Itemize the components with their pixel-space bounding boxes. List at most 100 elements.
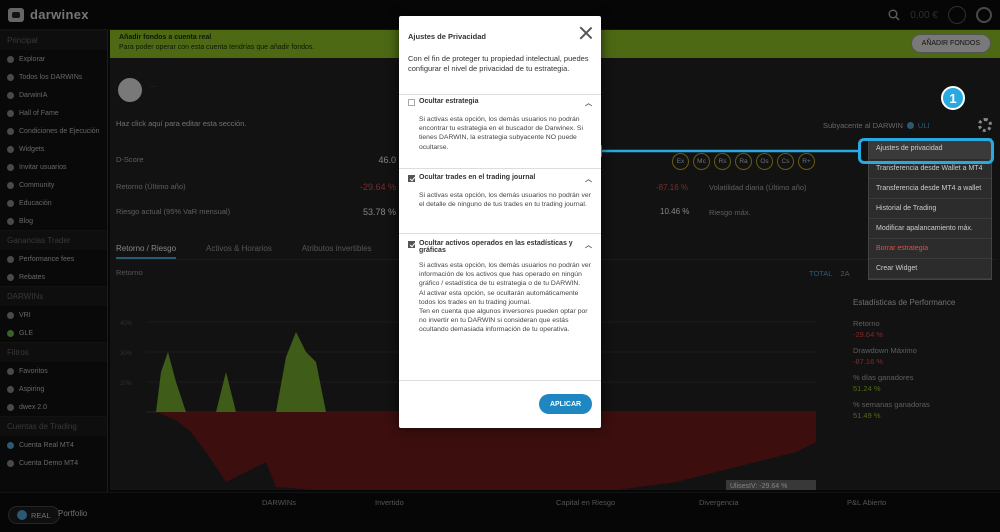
- user-plus-icon: [7, 163, 14, 171]
- option-title: Ocultar activos operados en las estadíst…: [419, 240, 573, 254]
- strategy-avatar: [118, 78, 142, 102]
- search-icon[interactable]: [888, 9, 900, 21]
- sidebar-item[interactable]: Educación: [0, 194, 107, 212]
- metric-label: Retorno (Último año): [116, 182, 186, 191]
- apply-button[interactable]: APLICAR: [539, 394, 592, 414]
- dot-icon: [7, 329, 14, 337]
- sidebar-item[interactable]: Hall of Fame: [0, 104, 107, 122]
- option-title: Ocultar trades en el trading journal: [419, 174, 536, 181]
- metric-value: 46.0: [378, 155, 396, 165]
- tab-investable-attributes[interactable]: Atributos invertibles: [302, 244, 372, 259]
- footer-col-risk-capital: Capital en Riesgo: [556, 498, 616, 507]
- callout-arrow: [590, 145, 858, 157]
- globe-icon: [7, 73, 14, 81]
- sidebar-item[interactable]: Rebates: [0, 268, 107, 286]
- sidebar-item[interactable]: GLE: [0, 324, 107, 342]
- sidebar-item[interactable]: Invitar usuarios: [0, 158, 107, 176]
- sidebar-item-label: Rebates: [19, 273, 46, 281]
- sidebar-item[interactable]: Cuenta Real MT4: [0, 436, 107, 454]
- metric-row-risk: Riesgo actual (95% VaR mensual) 53.78 %: [116, 207, 396, 217]
- stat-winning-weeks: % semanas ganadoras 51.49 %: [853, 400, 993, 420]
- brand-logo[interactable]: darwinex: [8, 7, 89, 22]
- account-mode-toggle[interactable]: REAL: [8, 506, 60, 524]
- max-risk-label: Riesgo máx.: [709, 208, 751, 217]
- chart-tabs: Retorno / Riesgo Activos & Horarios Atri…: [116, 244, 372, 259]
- sidebar-item-label: Widgets: [19, 145, 45, 153]
- close-icon[interactable]: [579, 26, 593, 40]
- portfolio-label[interactable]: Portfolio: [58, 509, 87, 518]
- sidebar-item[interactable]: VRI: [0, 306, 107, 324]
- modal-title: Ajustes de Privacidad: [408, 32, 486, 41]
- sidebar-item[interactable]: Favoritos: [0, 362, 107, 380]
- sidebar-item-label: VRI: [19, 311, 31, 319]
- sidebar-item[interactable]: Cuenta Demo MT4: [0, 454, 107, 472]
- tab-return-risk[interactable]: Retorno / Riesgo: [116, 244, 177, 259]
- sidebar-item-label: Cuenta Demo MT4: [19, 459, 79, 467]
- range-total-button[interactable]: TOTAL: [809, 269, 832, 278]
- option-hide-strategy: Ocultar estrategia ︿ Si activas esta opc…: [408, 98, 592, 152]
- add-funds-button[interactable]: AÑADIR FONDOS: [910, 34, 991, 53]
- sidebar-item[interactable]: Performance fees: [0, 250, 107, 268]
- underlying-link[interactable]: ULI: [918, 121, 930, 130]
- sidebar-item-label: GLE: [19, 329, 34, 337]
- stat-value: 51.49 %: [853, 411, 881, 420]
- chat-icon: [7, 181, 14, 189]
- user-avatar[interactable]: [948, 6, 966, 24]
- widget-icon: [7, 145, 14, 153]
- hide-trades-checkbox[interactable]: [408, 175, 415, 182]
- dot-icon: [7, 441, 14, 449]
- edit-section-link[interactable]: Haz click aquí para editar esta sección.: [116, 119, 246, 128]
- tab-assets-hours[interactable]: Activos & Horarios: [206, 244, 272, 259]
- stat-value: -87.16 %: [853, 357, 884, 366]
- stat-max-drawdown: Drawdown Máximo -87.16 %: [853, 346, 993, 366]
- stat-label: % semanas ganadoras: [853, 400, 930, 409]
- sidebar-item[interactable]: Condiciones de Ejecución: [0, 122, 107, 140]
- star-icon: [7, 367, 14, 375]
- settings-gear-icon[interactable]: [978, 118, 992, 132]
- option-title: Ocultar estrategia: [419, 98, 479, 105]
- sidebar-item[interactable]: dwex 2.0: [0, 398, 107, 416]
- divider: [399, 233, 601, 234]
- sidebar-item[interactable]: Blog: [0, 212, 107, 230]
- sidebar-section-title: Principal: [0, 30, 107, 50]
- hide-strategy-checkbox[interactable]: [408, 99, 415, 106]
- option-description: Si activas esta opción, los demás usuari…: [419, 116, 583, 151]
- menu-item[interactable]: Crear Widget: [869, 259, 991, 279]
- metric-label: Riesgo actual (95% VaR mensual): [116, 207, 231, 216]
- menu-item[interactable]: Modificar apalancamiento máx.: [869, 219, 991, 239]
- chevron-up-icon[interactable]: ︿: [585, 240, 592, 250]
- blog-icon: [7, 217, 14, 225]
- stat-label: Retorno: [853, 319, 880, 328]
- performance-stats: Estadísticas de Performance Retorno -29.…: [853, 298, 993, 427]
- sidebar-section-title: Cuentas de Trading: [0, 416, 107, 436]
- sidebar-item[interactable]: Widgets: [0, 140, 107, 158]
- portfolio-footer: REAL Portfolio DARWINs Invertido Capital…: [0, 492, 1000, 532]
- sidebar-item[interactable]: Explorar: [0, 50, 107, 68]
- underlying-label: Subyacente al DARWIN: [823, 121, 903, 130]
- chevron-up-icon[interactable]: ︿: [585, 174, 592, 184]
- menu-item[interactable]: Transferencia desde MT4 a wallet: [869, 179, 991, 199]
- metric-value: -29.64 %: [359, 182, 396, 192]
- underlying-darwin: Subyacente al DARWIN ULI: [823, 121, 930, 130]
- sidebar-item[interactable]: Aspiring: [0, 380, 107, 398]
- chevron-up-icon[interactable]: ︿: [585, 98, 592, 108]
- darwinex-logo-icon: [8, 7, 24, 22]
- sidebar-item[interactable]: DarwinIA: [0, 86, 107, 104]
- brand-name: darwinex: [30, 7, 89, 22]
- footer-columns: DARWINs Invertido Capital en Riesgo Dive…: [262, 498, 886, 507]
- sidebar-item-label: Invitar usuarios: [19, 163, 67, 171]
- privacy-settings-modal: Ajustes de Privacidad Con el fin de prot…: [399, 16, 601, 428]
- option-description: Si activas esta opción, los demás usuari…: [419, 262, 591, 334]
- chart-icon: [7, 255, 14, 263]
- positive-area: [156, 332, 326, 412]
- menu-item[interactable]: Historial de Trading: [869, 199, 991, 219]
- stat-value: -29.64 %: [853, 330, 884, 339]
- footer-col-divergence: Divergencia: [699, 498, 739, 507]
- range-2a-button[interactable]: 2A: [840, 269, 849, 278]
- hide-assets-checkbox[interactable]: [408, 241, 415, 248]
- divider: [399, 94, 601, 95]
- sidebar-item[interactable]: Todos los DARWINs: [0, 68, 107, 86]
- sidebar-item[interactable]: Community: [0, 176, 107, 194]
- power-icon[interactable]: [976, 7, 992, 23]
- menu-item[interactable]: Borrar estrategia: [869, 239, 991, 259]
